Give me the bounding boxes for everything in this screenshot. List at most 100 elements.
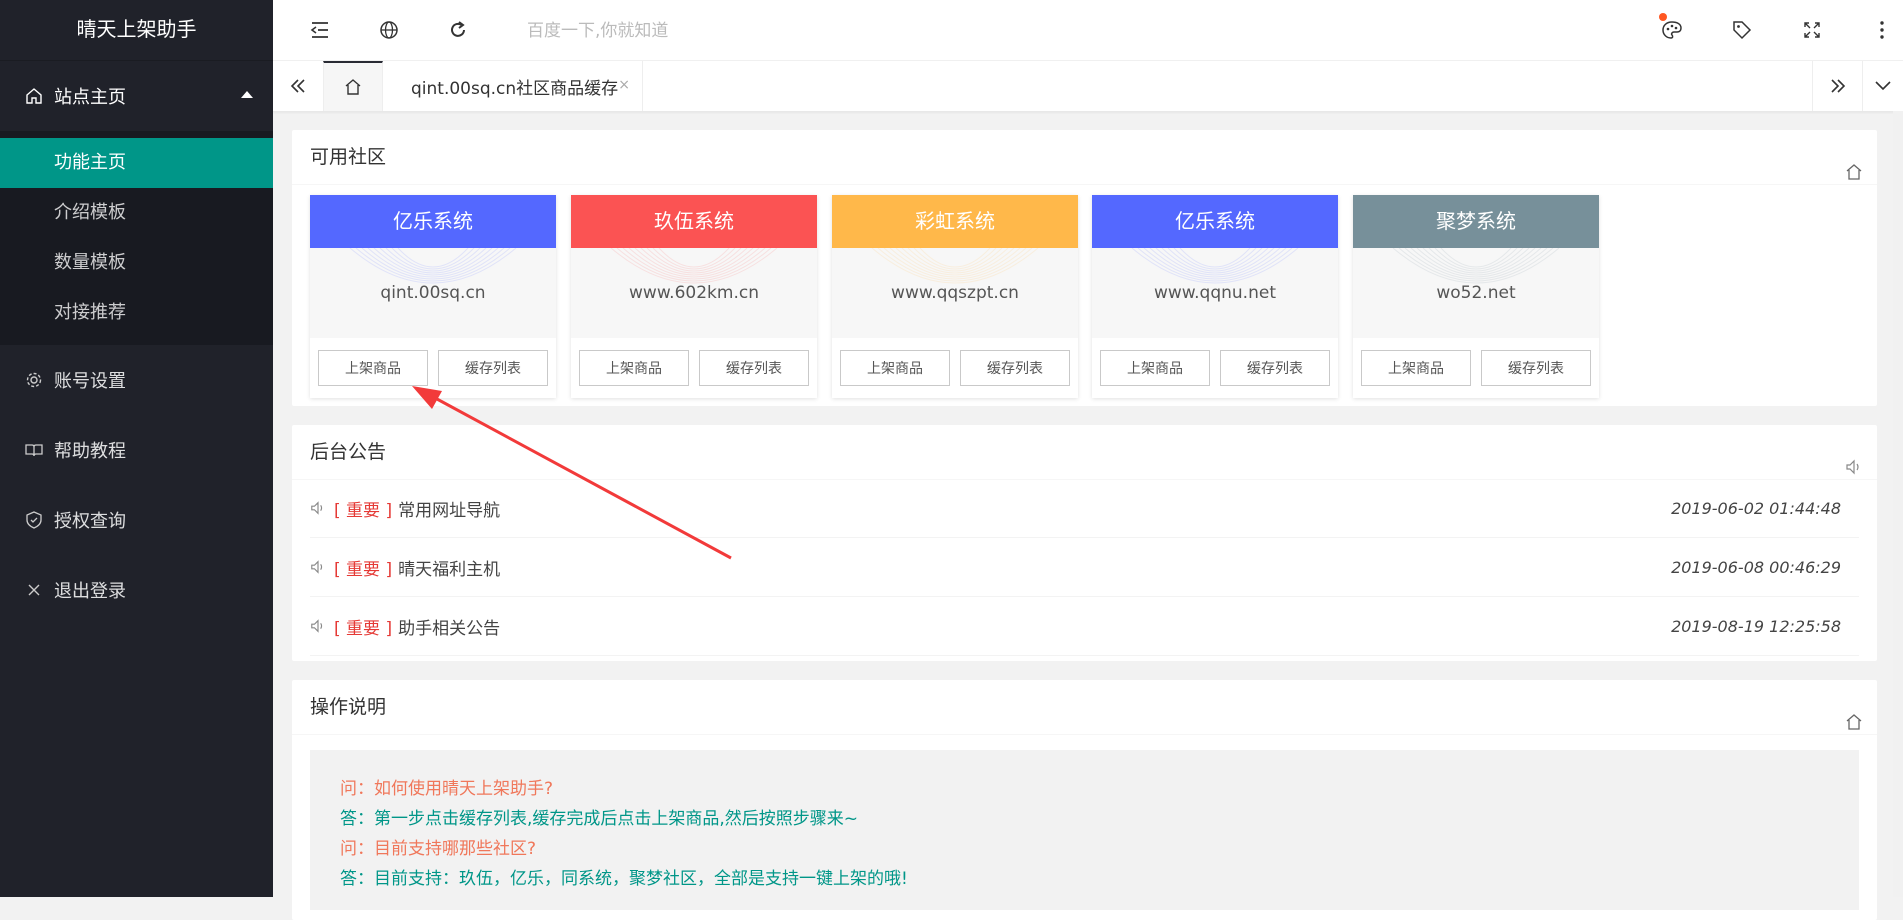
list-goods-button[interactable]: 上架商品 [318,350,428,386]
fullscreen-icon[interactable] [1797,15,1827,45]
sidebar-subitem-function-home[interactable]: 功能主页 [0,138,273,188]
sidebar-item-license[interactable]: 授权查询 [0,485,273,555]
sidebar-subitem-intro-template[interactable]: 介绍模板 [0,188,273,238]
home-icon [1845,148,1863,202]
sidebar-subnav: 功能主页 介绍模板 数量模板 对接推荐 [0,131,273,345]
notification-dot [1659,13,1667,21]
guide-card-header: 操作说明 [292,680,1877,735]
list-goods-button[interactable]: 上架商品 [579,350,689,386]
notice-title-link[interactable]: 晴天福利主机 [398,555,500,580]
top-header [273,0,1903,61]
community-name: 亿乐系统 [310,195,556,248]
community-tile: 彩虹系统 www.qqszpt.cn 上架商品 缓存列表 [832,195,1078,398]
speaker-icon [310,559,328,575]
community-url: wo52.net [1436,283,1516,303]
community-tile: 聚梦系统 wo52.net 上架商品 缓存列表 [1353,195,1599,398]
globe-icon[interactable] [374,15,404,45]
tab-close-icon[interactable]: × [618,77,630,93]
community-tile: 玖伍系统 www.602km.cn 上架商品 缓存列表 [571,195,817,398]
sidebar-subitem-docking[interactable]: 对接推荐 [0,288,273,338]
palette-icon[interactable] [1657,13,1687,45]
tab-home[interactable] [323,61,383,111]
card-title: 操作说明 [310,696,387,718]
notices-card: 后台公告 [ 重要 ] 常用网址导航 2019-06-02 01:44:48 [… [292,425,1877,661]
tag-icon[interactable] [1727,15,1757,45]
community-name: 亿乐系统 [1092,195,1338,248]
sidebar-item-logout[interactable]: 退出登录 [0,555,273,625]
tabs-bar: qint.00sq.cn社区商品缓存 × [273,61,1903,112]
sidebar-item-label: 授权查询 [54,511,126,532]
notice-tag: [ 重要 ] [334,618,393,639]
speaker-icon [310,618,328,634]
notice-tag: [ 重要 ] [334,559,393,580]
list-goods-button[interactable]: 上架商品 [1361,350,1471,386]
cache-list-button[interactable]: 缓存列表 [1220,350,1330,386]
tab-current-label: qint.00sq.cn社区商品缓存 [411,78,619,99]
cache-list-button[interactable]: 缓存列表 [438,350,548,386]
list-goods-button[interactable]: 上架商品 [840,350,950,386]
tabs-scroll-right-icon[interactable] [1812,61,1863,111]
notice-time: 2019-06-08 00:46:29 [1671,558,1841,577]
community-url: qint.00sq.cn [380,283,486,303]
speaker-icon [310,500,328,516]
community-tile: 亿乐系统 qint.00sq.cn 上架商品 缓存列表 [310,195,556,398]
notice-row: [ 重要 ] 晴天福利主机 2019-06-08 00:46:29 [310,538,1859,597]
more-vertical-icon[interactable] [1867,15,1897,45]
list-goods-button[interactable]: 上架商品 [1100,350,1210,386]
community-actions: 上架商品 缓存列表 [310,338,556,398]
sidebar-item-label: 站点主页 [54,87,126,108]
sidebar-item-label: 账号设置 [54,371,126,392]
community-body: www.qqszpt.cn [832,248,1078,338]
community-actions: 上架商品 缓存列表 [1353,338,1599,398]
notice-time: 2019-08-19 12:25:58 [1671,617,1841,636]
notice-title-link[interactable]: 常用网址导航 [398,496,500,521]
sidebar-item-label: 退出登录 [54,581,126,602]
shield-icon [24,510,44,530]
notice-time: 2019-06-02 01:44:48 [1671,499,1841,518]
community-url: www.602km.cn [629,283,759,303]
page-scrollbar[interactable] [1893,111,1903,897]
card-title: 可用社区 [310,146,387,168]
community-body: www.602km.cn [571,248,817,338]
tabs-scroll-left-icon[interactable] [273,61,323,111]
community-body: qint.00sq.cn [310,248,556,338]
search-input[interactable] [525,17,889,45]
home-icon [24,86,44,106]
cache-list-button[interactable]: 缓存列表 [1481,350,1591,386]
menu-toggle-icon[interactable] [305,15,335,45]
community-actions: 上架商品 缓存列表 [571,338,817,398]
gear-icon [24,370,44,390]
faq-answer: 答：目前支持：玖伍，亿乐，同系统，聚梦社区，全部是支持一键上架的哦! [340,869,908,889]
sidebar-item-site-home[interactable]: 站点主页 [0,61,273,131]
faq-question: 问：如何使用晴天上架助手? [340,779,554,799]
cache-list-button[interactable]: 缓存列表 [699,350,809,386]
faq-answer: 答：第一步点击缓存列表,缓存完成后点击上架商品,然后按照步骤来~ [340,809,859,829]
caret-up-icon [241,91,253,98]
refresh-icon[interactable] [443,15,473,45]
community-tile: 亿乐系统 www.qqnu.net 上架商品 缓存列表 [1092,195,1338,398]
app-title: 晴天上架助手 [0,0,273,61]
community-actions: 上架商品 缓存列表 [1092,338,1338,398]
sidebar-subitem-quantity-template[interactable]: 数量模板 [0,238,273,288]
close-icon [24,580,44,600]
tab-current[interactable]: qint.00sq.cn社区商品缓存 × [383,61,643,111]
sidebar-item-account-settings[interactable]: 账号设置 [0,345,273,415]
notice-tag: [ 重要 ] [334,500,393,521]
notices-card-header: 后台公告 [292,425,1877,480]
communities-card: 可用社区 亿乐系统 qint.00sq.cn 上架商品 缓存列表 玖伍系统 www.602… [292,130,1877,406]
faq-question: 问：目前支持哪那些社区? [340,839,537,859]
book-icon [24,440,44,460]
guide-card: 操作说明 问：如何使用晴天上架助手? 答：第一步点击缓存列表,缓存完成后点击上架… [292,680,1877,920]
community-body: wo52.net [1353,248,1599,338]
notice-title-link[interactable]: 助手相关公告 [398,614,500,639]
notice-row: [ 重要 ] 助手相关公告 2019-08-19 12:25:58 [310,597,1859,656]
community-name: 玖伍系统 [571,195,817,248]
sidebar-item-label: 帮助教程 [54,441,126,462]
sidebar-item-help[interactable]: 帮助教程 [0,415,273,485]
community-name: 聚梦系统 [1353,195,1599,248]
cache-list-button[interactable]: 缓存列表 [960,350,1070,386]
notice-row: [ 重要 ] 常用网址导航 2019-06-02 01:44:48 [310,479,1859,538]
sidebar: 晴天上架助手 站点主页 功能主页 介绍模板 数量模板 对接推荐 账号设置 帮助教… [0,0,273,897]
tabs-dropdown-icon[interactable] [1862,61,1903,111]
home-icon [345,79,361,95]
